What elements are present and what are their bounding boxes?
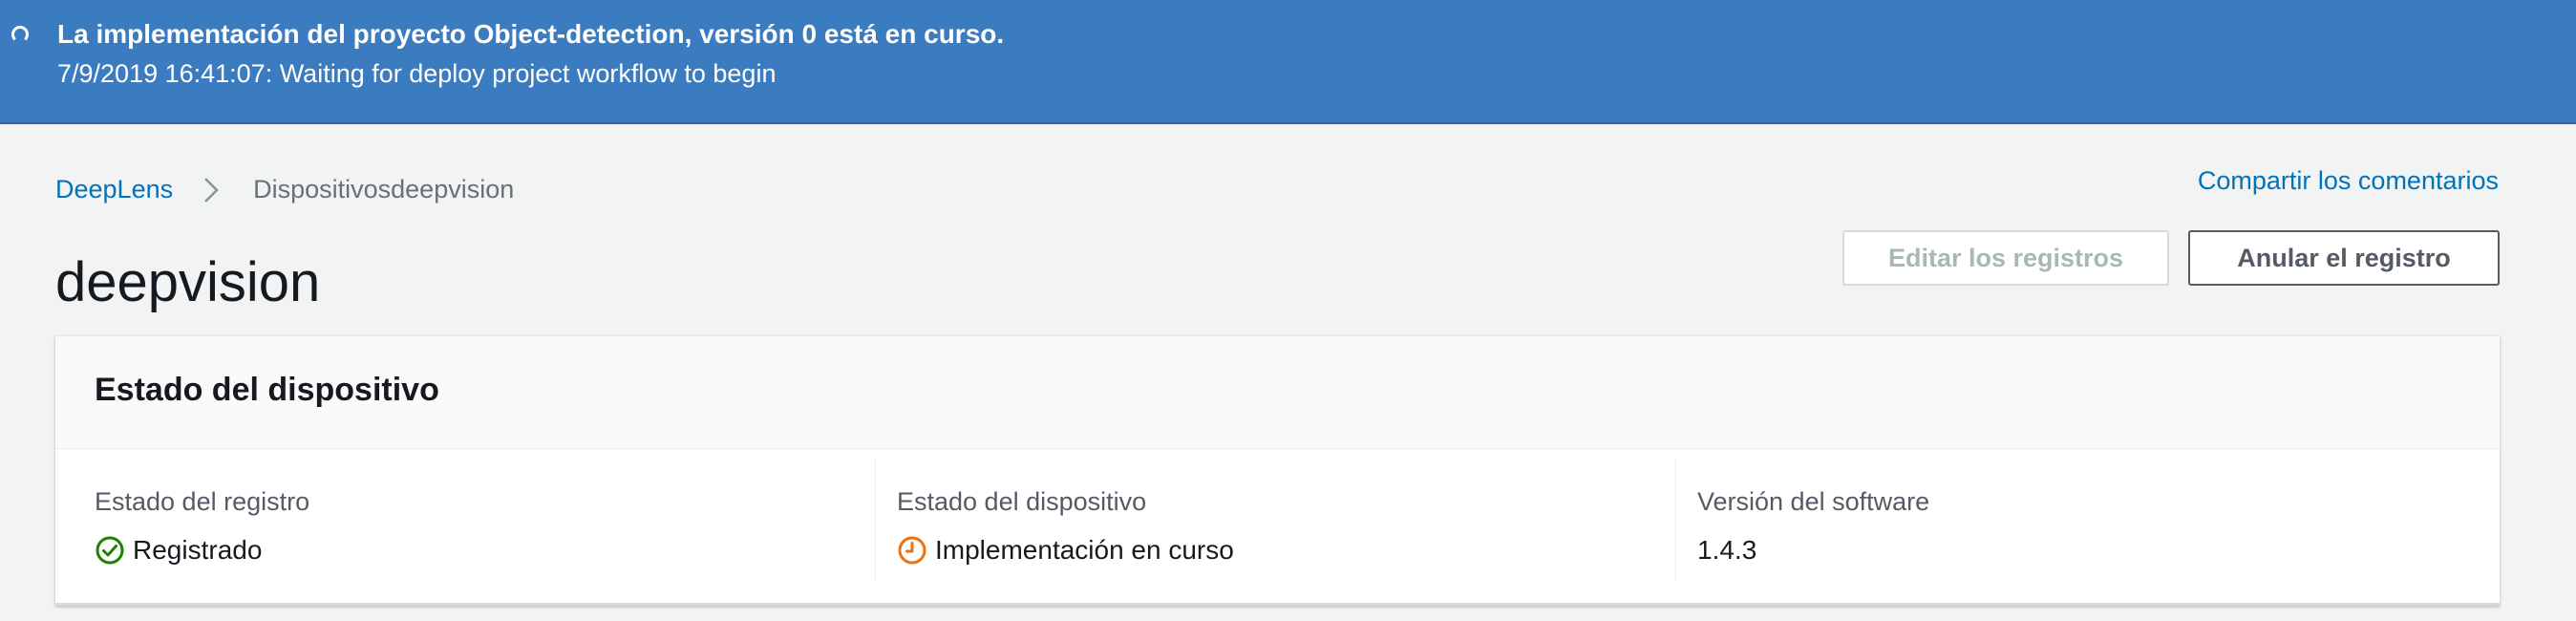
banner-title: La implementación del proyecto Object-de… (57, 19, 1005, 49)
spinner-icon (11, 26, 29, 43)
page-title: deepvision (55, 251, 321, 313)
card-heading: Estado del dispositivo (95, 372, 439, 408)
breadcrumb-current: Dispositivosdeepvision (253, 175, 515, 203)
check-circle-icon (95, 535, 125, 566)
chevron-right-icon (194, 176, 232, 204)
registration-status-value: Registrado (95, 535, 262, 566)
clock-icon (897, 535, 927, 566)
software-version-value: 1.4.3 (1697, 535, 1757, 565)
device-status-field: Estado del dispositivo Implementación en… (875, 459, 1675, 581)
device-status-value: Implementación en curso (897, 535, 1234, 566)
software-version-label: Versión del software (1697, 487, 1930, 516)
device-status-label: Estado del dispositivo (897, 487, 1147, 516)
breadcrumb-deeplens-link[interactable]: DeepLens (55, 175, 173, 204)
device-status-text: Implementación en curso (935, 535, 1234, 565)
registration-status-label: Estado del registro (95, 487, 310, 516)
deployment-notification-banner: La implementación del proyecto Object-de… (0, 0, 2576, 124)
software-version-field: Versión del software 1.4.3 (1675, 459, 2500, 581)
breadcrumb: DeepLens Dispositivosdeepvision (55, 175, 514, 204)
deregister-button[interactable]: Anular el registro (2188, 230, 2500, 286)
registration-status-text: Registrado (133, 535, 263, 565)
registration-status-field: Estado del registro Registrado (55, 459, 875, 581)
edit-registration-button[interactable]: Editar los registros (1842, 230, 2169, 286)
device-status-card: Estado del dispositivo Estado del regist… (55, 336, 2500, 606)
banner-subtitle: 7/9/2019 16:41:07: Waiting for deploy pr… (57, 59, 777, 88)
card-header: Estado del dispositivo (55, 336, 2500, 449)
share-feedback-link[interactable]: Compartir los comentarios (2198, 166, 2499, 196)
